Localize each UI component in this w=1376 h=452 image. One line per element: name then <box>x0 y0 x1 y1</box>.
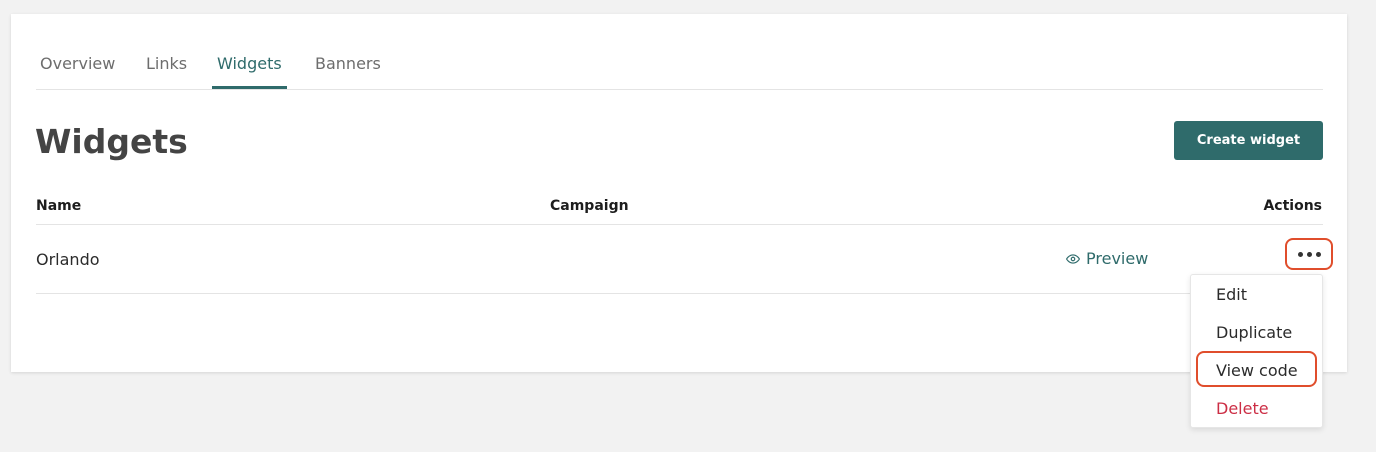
preview-label: Preview <box>1086 249 1149 268</box>
menu-item-duplicate[interactable]: Duplicate <box>1216 323 1292 342</box>
active-tab-indicator <box>212 86 287 89</box>
more-dot <box>1315 251 1321 257</box>
more-actions-button[interactable] <box>1285 238 1333 270</box>
column-header-name: Name <box>36 198 82 214</box>
more-dot <box>1306 251 1312 257</box>
menu-item-delete[interactable]: Delete <box>1216 399 1269 418</box>
row-divider <box>36 293 1323 294</box>
more-horizontal-icon <box>1297 251 1303 257</box>
tab-widgets[interactable]: Widgets <box>217 54 282 73</box>
page-title: Widgets <box>35 122 188 161</box>
eye-icon <box>1066 253 1080 264</box>
tab-links[interactable]: Links <box>146 54 187 73</box>
create-widget-button[interactable]: Create widget <box>1174 121 1323 160</box>
actions-dropdown-menu: Edit Duplicate View code Delete <box>1190 274 1323 428</box>
tab-banners[interactable]: Banners <box>315 54 381 73</box>
widgets-card: Overview Links Widgets Banners Widgets C… <box>11 14 1347 372</box>
menu-item-edit[interactable]: Edit <box>1216 285 1247 304</box>
menu-item-view-code[interactable]: View code <box>1216 361 1298 380</box>
column-header-actions: Actions <box>1263 198 1322 214</box>
widget-name: Orlando <box>36 250 100 269</box>
header-divider <box>36 224 1323 225</box>
tab-overview[interactable]: Overview <box>40 54 115 73</box>
preview-link[interactable]: Preview <box>1066 249 1148 268</box>
column-header-campaign: Campaign <box>550 198 629 214</box>
tab-bar: Overview Links Widgets Banners <box>36 14 1323 90</box>
